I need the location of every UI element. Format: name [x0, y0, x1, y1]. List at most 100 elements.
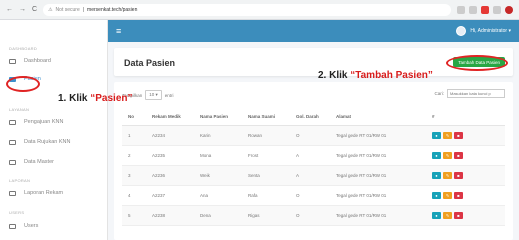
sidebar-item-laporan[interactable]: Laporan Rekam [0, 186, 108, 200]
cell-alamat: Tegal gede RT 01/RW 01 [330, 125, 426, 146]
file-icon [9, 119, 16, 125]
edit-icon[interactable]: ✎ [443, 191, 452, 199]
warning-icon: ⚠ [48, 6, 53, 13]
cell-rekam-medik: A2234 [146, 125, 194, 146]
forward-icon[interactable]: → [19, 6, 26, 13]
annotation-step-2: 2. Klik “Tambah Pasien” [318, 70, 433, 81]
cell-nama-suami: Rowan [242, 125, 290, 146]
top-navbar: ≡ Hi, Administrator ▾ [108, 20, 519, 42]
profile-avatar[interactable] [505, 5, 513, 14]
column-header[interactable]: Alamat [330, 108, 426, 126]
annotation-step-1-prefix: 1. Klik [58, 93, 91, 104]
patient-table: No Rekam Medik Nama Pasien Nama Suami Go… [122, 108, 505, 226]
send-icon [9, 139, 16, 145]
table-row: 2 A2235 Mona Frost A Tegal gede RT 01/RW… [122, 145, 505, 166]
database-icon [9, 159, 16, 165]
sidebar-section-dashboard: DASHBOARD [9, 46, 38, 51]
delete-icon[interactable]: ■ [454, 131, 463, 139]
sidebar-item-data-rujukan[interactable]: Data Rujukan KNN [0, 135, 108, 149]
view-icon[interactable]: ● [432, 211, 441, 219]
delete-icon[interactable]: ■ [454, 151, 463, 159]
extension-icon[interactable] [481, 5, 489, 14]
cell-actions: ● ✎ ■ [426, 185, 505, 206]
sidebar-item-label: Data Master [24, 159, 54, 165]
report-icon [9, 190, 16, 196]
delete-icon[interactable]: ■ [454, 171, 463, 179]
edit-icon[interactable]: ✎ [443, 211, 452, 219]
view-icon[interactable]: ● [432, 151, 441, 159]
column-header[interactable]: Nama Pasien [194, 108, 242, 126]
search-input[interactable] [447, 89, 505, 98]
annotation-step-2-prefix: 2. Klik [318, 70, 351, 81]
sidebar-item-label: Pengajuan KNN [24, 119, 64, 125]
address-bar[interactable]: ⚠ Not secure | mersenkat.tech/pasien [43, 3, 451, 16]
cell-actions: ● ✎ ■ [426, 205, 505, 226]
column-header[interactable]: No [122, 108, 146, 126]
cell-rekam-medik: A2236 [146, 165, 194, 186]
extension-icon[interactable] [493, 5, 501, 14]
view-icon[interactable]: ● [432, 171, 441, 179]
back-icon[interactable]: ← [6, 6, 13, 13]
sidebar-item-label: Laporan Rekam [24, 190, 64, 196]
url-text: mersenkat.tech/pasien [87, 6, 138, 13]
edit-icon[interactable]: ✎ [443, 171, 452, 179]
user-avatar [456, 26, 467, 36]
user-menu[interactable]: Hi, Administrator ▾ [456, 26, 511, 36]
dashboard-icon [9, 58, 16, 64]
sidebar-item-dashboard[interactable]: Dashboard [0, 54, 108, 68]
extension-icon[interactable] [457, 5, 465, 14]
delete-icon[interactable]: ■ [454, 211, 463, 219]
view-icon[interactable]: ● [432, 131, 441, 139]
cell-no: 5 [122, 205, 146, 226]
browser-toolbar: ← → C ⚠ Not secure | mersenkat.tech/pasi… [0, 0, 519, 20]
edit-icon[interactable]: ✎ [443, 131, 452, 139]
cell-rekam-medik: A2235 [146, 145, 194, 166]
sidebar-section-layanan: LAYANAN [9, 107, 30, 112]
column-header[interactable]: Gol. Darah [290, 108, 330, 126]
column-header[interactable]: Rekam Medik [146, 108, 194, 126]
cell-rekam-medik: A2238 [146, 205, 194, 226]
table-row: 4 A2237 Ana Rafa O Tegal gede RT 01/RW 0… [122, 185, 505, 206]
cell-actions: ● ✎ ■ [426, 125, 505, 146]
cell-nama-pasien: Ana [194, 185, 242, 206]
sidebar-item-users[interactable]: Users [0, 219, 108, 233]
cell-nama-suami: Senta [242, 165, 290, 186]
cell-no: 3 [122, 165, 146, 186]
highlight-ring-pasien [6, 76, 40, 92]
table-row: 3 A2236 Weik Senta A Tegal gede RT 01/RW… [122, 165, 505, 186]
cell-nama-pasien: Weik [194, 165, 242, 186]
cell-actions: ● ✎ ■ [426, 165, 505, 186]
delete-icon[interactable]: ■ [454, 191, 463, 199]
cell-nama-pasien: Karin [194, 125, 242, 146]
cell-no: 2 [122, 145, 146, 166]
page-length-select[interactable]: 10 ▾ [145, 90, 162, 100]
sidebar-item-pengajuan-knn[interactable]: Pengajuan KNN [0, 115, 108, 129]
sidebar-item-label: Dashboard [24, 58, 51, 64]
cell-alamat: Tegal gede RT 01/RW 01 [330, 145, 426, 166]
cell-gol-darah: A [290, 165, 330, 186]
cell-no: 1 [122, 125, 146, 146]
cell-alamat: Tegal gede RT 01/RW 01 [330, 165, 426, 186]
page-title: Data Pasien [124, 58, 176, 68]
table-row: 1 A2234 Karin Rowan O Tegal gede RT 01/R… [122, 125, 505, 146]
cell-actions: ● ✎ ■ [426, 145, 505, 166]
sidebar-item-data-master[interactable]: Data Master [0, 155, 108, 169]
extensions [457, 5, 513, 14]
sidebar-section-users: USERS [9, 210, 25, 215]
user-name: Hi, Administrator ▾ [470, 28, 511, 34]
extension-icon[interactable] [469, 5, 477, 14]
cell-gol-darah: O [290, 205, 330, 226]
security-label: Not secure [55, 6, 80, 13]
cell-gol-darah: O [290, 125, 330, 146]
table-row: 5 A2238 Dena Rigas O Tegal gede RT 01/RW… [122, 205, 505, 226]
search-label: Cari: [434, 91, 444, 96]
cell-alamat: Tegal gede RT 01/RW 01 [330, 185, 426, 206]
column-header[interactable]: Nama Suami [242, 108, 290, 126]
cell-nama-suami: Frost [242, 145, 290, 166]
view-icon[interactable]: ● [432, 191, 441, 199]
table-header-row: No Rekam Medik Nama Pasien Nama Suami Go… [122, 108, 505, 126]
reload-icon[interactable]: C [32, 6, 37, 13]
cell-nama-pasien: Mona [194, 145, 242, 166]
edit-icon[interactable]: ✎ [443, 151, 452, 159]
hamburger-menu-icon[interactable]: ≡ [116, 26, 121, 36]
